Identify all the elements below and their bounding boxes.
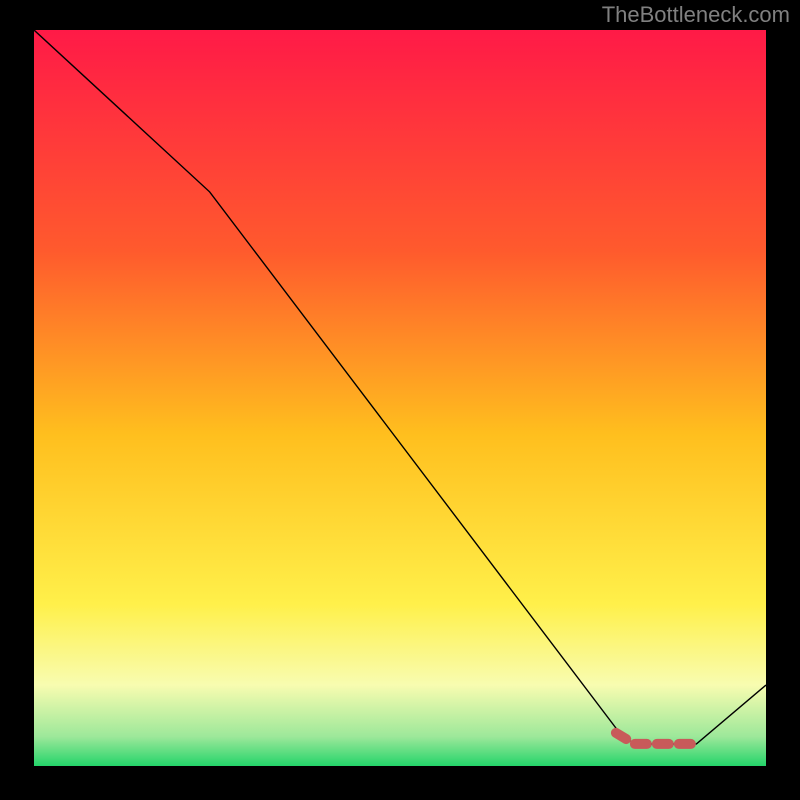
attribution-label: TheBottleneck.com (602, 2, 790, 28)
plot-svg (34, 30, 766, 766)
plot-background (34, 30, 766, 766)
chart-stage: TheBottleneck.com (0, 0, 800, 800)
plot-area (34, 30, 766, 766)
